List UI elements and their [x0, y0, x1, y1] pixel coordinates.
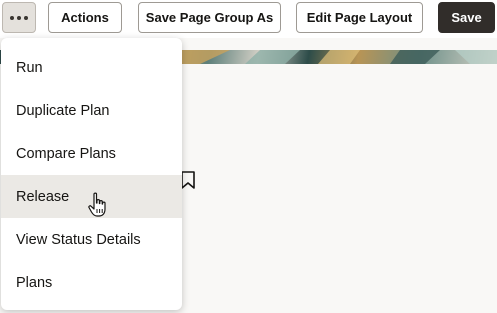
save-page-group-as-button[interactable]: Save Page Group As	[138, 2, 281, 33]
more-options-button[interactable]	[2, 2, 36, 33]
hand-pointer-cursor	[88, 192, 106, 217]
bookmark-icon[interactable]	[180, 171, 196, 189]
edit-page-layout-button[interactable]: Edit Page Layout	[296, 2, 423, 33]
save-button[interactable]: Save	[438, 2, 495, 33]
menu-item-view-status-details[interactable]: View Status Details	[1, 218, 182, 261]
menu-item-duplicate-plan[interactable]: Duplicate Plan	[1, 89, 182, 132]
menu-item-compare-plans[interactable]: Compare Plans	[1, 132, 182, 175]
ellipsis-icon	[10, 15, 28, 20]
menu-item-run[interactable]: Run	[1, 46, 182, 89]
menu-item-plans[interactable]: Plans	[1, 261, 182, 304]
actions-button[interactable]: Actions	[48, 2, 122, 33]
more-options-menu: Run Duplicate Plan Compare Plans Release…	[1, 38, 182, 310]
page-toolbar: Actions Save Page Group As Edit Page Lay…	[0, 0, 497, 38]
